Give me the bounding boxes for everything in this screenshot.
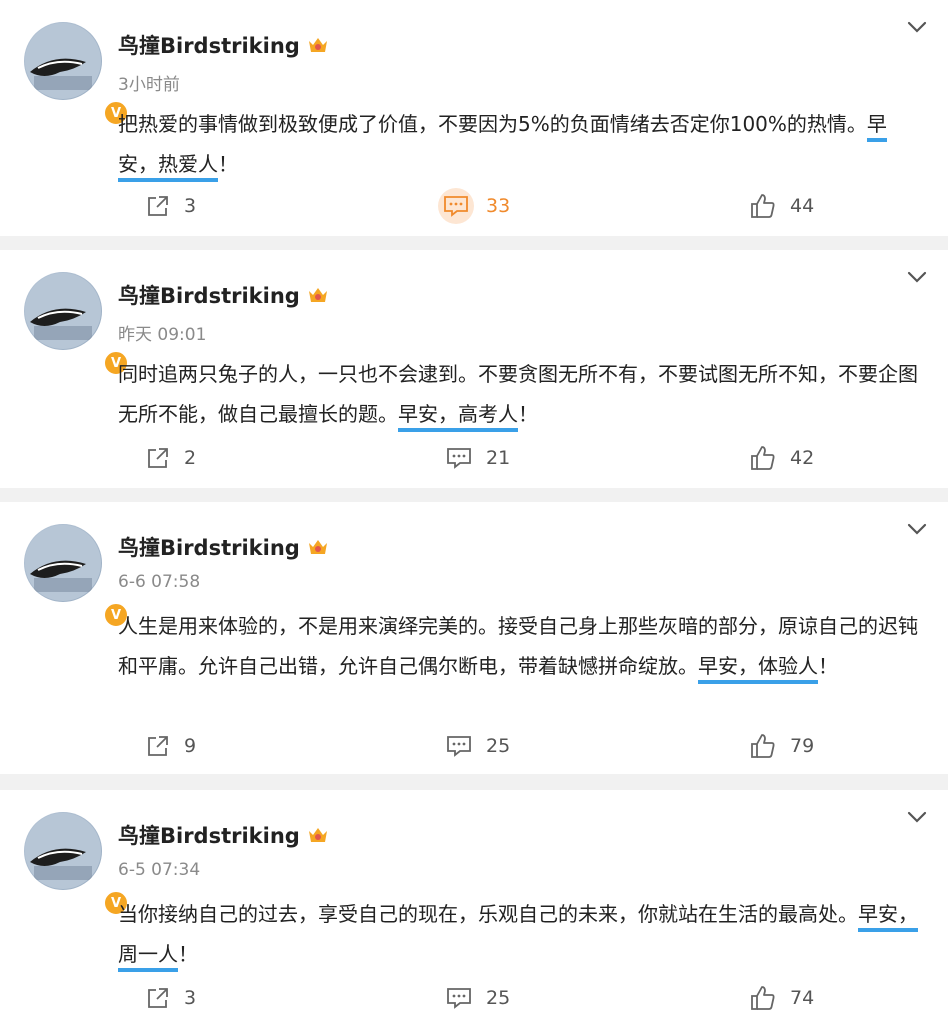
avatar[interactable]: V [24, 22, 129, 126]
repost-icon [148, 736, 168, 756]
post-time: 6-5 07:34 [118, 860, 201, 880]
comment-icon [447, 736, 471, 757]
comment-count: 25 [486, 987, 511, 1009]
like-button[interactable]: 42 [750, 438, 814, 478]
post-text: 当你接纳自己的过去，享受自己的现在，乐观自己的未来，你就站在生活的最高处。 [118, 902, 858, 926]
comment-count: 21 [486, 447, 511, 469]
username[interactable]: 鸟撞Birdstriking [118, 532, 330, 562]
chevron-down-icon[interactable] [906, 16, 928, 38]
post-card: V 鸟撞Birdstriking 3小时前 把热爱的事情做到极致便成了价值，不要… [0, 0, 948, 236]
bird-logo-icon [25, 813, 101, 889]
post-content: 把热爱的事情做到极致便成了价值，不要因为5%的负面情绪去否定你100%的热情。早… [118, 104, 918, 184]
greeting-highlight: 早安，高考人 [398, 402, 518, 432]
username[interactable]: 鸟撞Birdstriking [118, 30, 330, 60]
chevron-down-icon[interactable] [906, 266, 928, 288]
action-bar: 9 25 79 [0, 726, 948, 766]
repost-button[interactable]: 3 [146, 186, 196, 226]
comment-button[interactable]: 25 [446, 726, 510, 766]
comment-icon [447, 448, 471, 469]
like-count: 44 [790, 195, 815, 217]
repost-icon [148, 988, 168, 1008]
username-text: 鸟撞Birdstriking [118, 824, 300, 848]
like-icon [751, 194, 775, 218]
bird-logo-icon [25, 273, 101, 349]
repost-button[interactable]: 2 [146, 438, 196, 478]
crown-badge-icon [308, 38, 327, 52]
repost-count: 9 [184, 735, 197, 757]
comment-button[interactable]: 25 [446, 978, 510, 1018]
repost-count: 3 [184, 987, 197, 1009]
avatar[interactable]: V [24, 812, 129, 916]
post-time: 昨天 09:01 [118, 325, 207, 345]
username-text: 鸟撞Birdstriking [118, 536, 300, 560]
post-content: 人生是用来体验的，不是用来演绎完美的。接受自己身上那些灰暗的部分，原谅自己的迟钝… [118, 606, 918, 686]
post-time: 3小时前 [118, 75, 180, 95]
action-bar: 3 25 74 [0, 978, 948, 1018]
crown-badge-icon [308, 540, 327, 554]
comment-count: 25 [486, 735, 511, 757]
like-button[interactable]: 44 [750, 186, 814, 226]
comment-button[interactable]: 33 [438, 186, 510, 226]
repost-icon [148, 448, 168, 468]
post-card: V 鸟撞Birdstriking 6-6 07:58 人生是用来体验的，不是用来… [0, 502, 948, 774]
avatar[interactable]: V [24, 272, 129, 376]
like-button[interactable]: 74 [750, 978, 814, 1018]
crown-badge-icon [308, 828, 327, 842]
action-bar: 3 33 44 [0, 186, 948, 226]
avatar[interactable]: V [24, 524, 129, 628]
post-time: 6-6 07:58 [118, 572, 201, 592]
like-count: 74 [790, 987, 815, 1009]
repost-count: 3 [184, 195, 197, 217]
username-text: 鸟撞Birdstriking [118, 284, 300, 308]
action-bar: 2 21 42 [0, 438, 948, 478]
like-icon [751, 734, 775, 758]
post-text-end: ！ [818, 654, 838, 678]
repost-button[interactable]: 9 [146, 726, 196, 766]
post-card: V 鸟撞Birdstriking 6-5 07:34 当你接纳自己的过去，享受自… [0, 790, 948, 1032]
post-text-end: ！ [518, 402, 538, 426]
chevron-down-icon[interactable] [906, 518, 928, 540]
like-count: 79 [790, 735, 815, 757]
crown-badge-icon [308, 288, 327, 302]
comment-button[interactable]: 21 [446, 438, 510, 478]
like-icon [751, 986, 775, 1010]
repost-button[interactable]: 3 [146, 978, 196, 1018]
username-text: 鸟撞Birdstriking [118, 34, 300, 58]
post-card: V 鸟撞Birdstriking 昨天 09:01 同时追两只兔子的人，一只也不… [0, 250, 948, 488]
like-button[interactable]: 79 [750, 726, 814, 766]
greeting-highlight: 早安，体验人 [698, 654, 818, 684]
post-content: 当你接纳自己的过去，享受自己的现在，乐观自己的未来，你就站在生活的最高处。早安，… [118, 894, 918, 974]
comment-count: 33 [486, 195, 511, 217]
chevron-down-icon[interactable] [906, 806, 928, 828]
username[interactable]: 鸟撞Birdstriking [118, 280, 330, 310]
comment-icon [447, 988, 471, 1009]
repost-count: 2 [184, 447, 197, 469]
like-icon [751, 446, 775, 470]
post-text: 把热爱的事情做到极致便成了价值，不要因为5%的负面情绪去否定你100%的热情。 [118, 112, 867, 136]
post-content: 同时追两只兔子的人，一只也不会逮到。不要贪图无所不有，不要试图无所不知，不要企图… [118, 354, 918, 434]
post-text-end: ！ [218, 152, 238, 176]
bird-logo-icon [25, 525, 101, 601]
repost-icon [148, 196, 168, 216]
post-text-end: ！ [178, 942, 198, 966]
username[interactable]: 鸟撞Birdstriking [118, 820, 330, 850]
comment-icon [444, 196, 468, 217]
like-count: 42 [790, 447, 815, 469]
bird-logo-icon [25, 23, 101, 99]
